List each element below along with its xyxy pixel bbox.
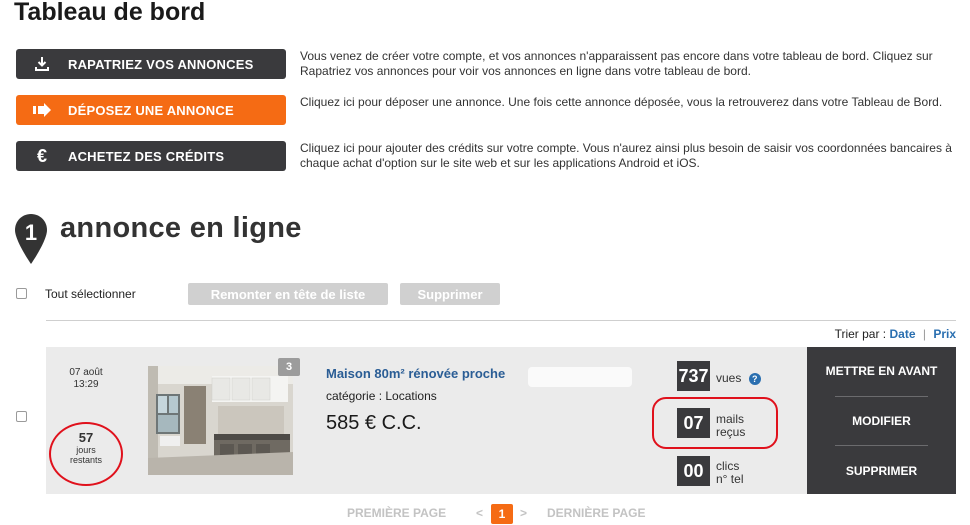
sort-by-date-link[interactable]: Date [889, 327, 915, 341]
views-label: vues [716, 371, 742, 385]
listing-date: 07 août 13:29 [66, 367, 106, 391]
buy-credits-description: Cliquez ici pour ajouter des crédits sur… [300, 141, 952, 170]
sort-separator: | [922, 327, 926, 341]
action-row-post: DÉPOSEZ UNE ANNONCE Cliquez ici pour dép… [16, 95, 966, 127]
map-pin-icon: 1 [14, 213, 48, 265]
last-page-link[interactable]: DERNIÈRE PAGE [547, 506, 645, 520]
sort-bar: Trier par : Date | Prix [835, 327, 956, 341]
post-listing-button[interactable]: DÉPOSEZ UNE ANNONCE [16, 95, 286, 125]
bump-to-top-button[interactable]: Remonter en tête de liste [188, 283, 388, 305]
section-title: annonce en ligne [60, 212, 302, 244]
edit-listing-button[interactable]: MODIFIER [807, 414, 956, 428]
listing-category: catégorie : Locations [326, 389, 437, 403]
listing-card: 07 août 13:29 57 jours restants 3 Maison… [46, 347, 956, 494]
clicks-label-line2: n° tel [716, 472, 744, 486]
sort-by-price-link[interactable]: Prix [933, 327, 956, 341]
listing-actions-panel: METTRE EN AVANT MODIFIER SUPPRIMER [807, 347, 956, 494]
listing-title-link[interactable]: Maison 80m² rénovée proche [326, 366, 505, 381]
divider [46, 320, 956, 321]
action-row-credits: € ACHETEZ DES CRÉDITS Cliquez ici pour a… [16, 141, 966, 173]
post-listing-label: DÉPOSEZ UNE ANNONCE [68, 102, 234, 118]
views-label-wrap: vues ? [716, 372, 761, 385]
arrow-right-icon [16, 103, 68, 117]
buy-credits-label: ACHETEZ DES CRÉDITS [68, 148, 225, 164]
listing-date-time: 13:29 [73, 379, 99, 390]
import-listings-label: RAPATRIEZ VOS ANNONCES [68, 56, 254, 72]
listing-date-day: 07 août [69, 367, 103, 378]
listing-checkbox[interactable] [16, 411, 27, 422]
section-count: 1 [25, 220, 37, 245]
highlight-ring-mails [652, 397, 778, 449]
buy-credits-button[interactable]: € ACHETEZ DES CRÉDITS [16, 141, 286, 171]
import-listings-button[interactable]: RAPATRIEZ VOS ANNONCES [16, 49, 286, 79]
action-separator [835, 396, 928, 397]
import-listings-description: Vous venez de créer votre compte, et vos… [300, 49, 933, 78]
prev-page-link[interactable]: < [476, 506, 483, 520]
clicks-count: 00 [677, 456, 710, 486]
select-all-label: Tout sélectionner [45, 287, 136, 301]
post-listing-description: Cliquez ici pour déposer une annonce. Un… [300, 95, 943, 109]
action-separator [835, 445, 928, 446]
page-title: Tableau de bord [14, 0, 206, 26]
redacted-title-area [528, 367, 632, 387]
delete-selected-button[interactable]: Supprimer [400, 283, 500, 305]
action-row-import: RAPATRIEZ VOS ANNONCES Vous venez de cré… [16, 49, 966, 81]
photo-count-badge: 3 [278, 358, 300, 376]
help-icon[interactable]: ? [748, 372, 761, 385]
download-icon [16, 56, 68, 72]
current-page[interactable]: 1 [491, 504, 513, 524]
listing-photo[interactable] [148, 366, 293, 475]
sort-label: Trier par : [834, 327, 887, 341]
euro-icon: € [36, 145, 47, 166]
delete-listing-button[interactable]: SUPPRIMER [807, 464, 956, 478]
clicks-label: clics n° tel [716, 460, 743, 486]
feature-listing-button[interactable]: METTRE EN AVANT [807, 364, 956, 378]
first-page-link[interactable]: PREMIÈRE PAGE [347, 506, 446, 520]
listing-price: 585 € C.C. [326, 412, 422, 434]
highlight-ring-days [49, 422, 123, 486]
views-count: 737 [677, 361, 710, 391]
select-all-checkbox[interactable] [16, 288, 27, 299]
next-page-link[interactable]: > [520, 506, 527, 520]
